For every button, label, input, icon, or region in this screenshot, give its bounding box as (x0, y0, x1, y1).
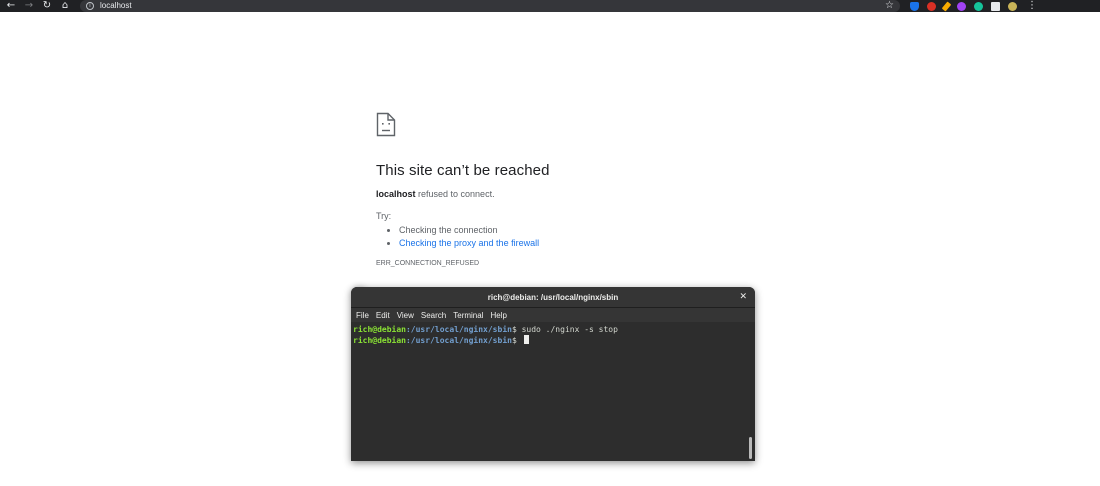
menu-help[interactable]: Help (490, 311, 506, 320)
suggestion-item: Checking the connection (399, 224, 796, 237)
prompt-user: rich@debian (353, 336, 406, 345)
menu-terminal[interactable]: Terminal (453, 311, 483, 320)
prompt-symbol: $ (511, 336, 522, 345)
browser-toolbar: ← → ↻ ⌂ i localhost ☆ ⋮ (0, 0, 1100, 294)
avatar-icon[interactable] (1008, 1, 1017, 11)
try-label: Try: (376, 211, 392, 221)
back-icon[interactable]: ← (4, 0, 18, 12)
palette-extension-icon[interactable] (957, 1, 966, 11)
browser-menu-icon[interactable]: ⋮ (1027, 0, 1037, 12)
terminal-command: sudo ./nginx -s stop (521, 325, 618, 334)
pencil-extension-icon[interactable] (941, 0, 952, 12)
suggestion-check-connection: Checking the connection (399, 225, 498, 235)
info-icon[interactable]: i (86, 2, 94, 10)
prompt-user: rich@debian (353, 325, 406, 334)
bookmark-star-icon[interactable]: ☆ (885, 0, 894, 12)
prompt-path: :/usr/local/nginx/sbin (405, 325, 512, 334)
url-text[interactable]: localhost (100, 0, 132, 12)
error-code: ERR_CONNECTION_REFUSED (376, 260, 480, 267)
terminal-line: rich@debian:/usr/local/nginx/sbin$ (353, 335, 753, 346)
suggestion-list: Checking the connection Checking the pro… (376, 224, 796, 250)
error-description-text: refused to connect. (415, 189, 495, 199)
extensions-bar (355, 0, 1021, 294)
terminal-line: rich@debian:/usr/local/nginx/sbin$ sudo … (353, 325, 753, 335)
error-title: This site can’t be reached (376, 162, 550, 179)
terminal-output[interactable]: rich@debian:/usr/local/nginx/sbin$ sudo … (351, 323, 755, 461)
error-host: localhost (376, 189, 416, 199)
menu-view[interactable]: View (397, 311, 414, 320)
terminal-title: rich@debian: /usr/local/nginx/sbin (487, 292, 619, 302)
sad-document-icon (376, 112, 396, 137)
puzzle-extension-icon[interactable] (991, 1, 1000, 11)
menu-file[interactable]: File (356, 311, 369, 320)
forward-icon[interactable]: → (22, 0, 36, 12)
error-page: This site can’t be reached localhost ref… (376, 112, 796, 267)
close-icon[interactable]: ✕ (739, 292, 747, 302)
suggestion-proxy-firewall-link[interactable]: Checking the proxy and the firewall (399, 238, 539, 248)
prompt-symbol: $ (511, 325, 522, 334)
menu-edit[interactable]: Edit (376, 311, 390, 320)
home-icon[interactable]: ⌂ (58, 0, 72, 12)
terminal-titlebar[interactable]: rich@debian: /usr/local/nginx/sbin ✕ (351, 287, 755, 308)
terminal-cursor (523, 335, 529, 344)
terminal-menubar: File Edit View Search Terminal Help (351, 308, 755, 322)
reload-icon[interactable]: ↻ (40, 0, 54, 12)
address-bar[interactable]: i localhost ☆ (80, 0, 900, 12)
suggestion-item: Checking the proxy and the firewall (399, 237, 796, 250)
error-description: localhost refused to connect. (376, 189, 796, 199)
shield-extension-icon[interactable] (910, 1, 919, 11)
terminal-window[interactable]: rich@debian: /usr/local/nginx/sbin ✕ Fil… (351, 287, 755, 461)
prompt-path: :/usr/local/nginx/sbin (405, 336, 512, 345)
alert-extension-icon[interactable] (927, 1, 936, 11)
grammarly-extension-icon[interactable] (974, 1, 983, 11)
menu-search[interactable]: Search (421, 311, 446, 320)
terminal-scrollbar[interactable] (749, 437, 752, 459)
